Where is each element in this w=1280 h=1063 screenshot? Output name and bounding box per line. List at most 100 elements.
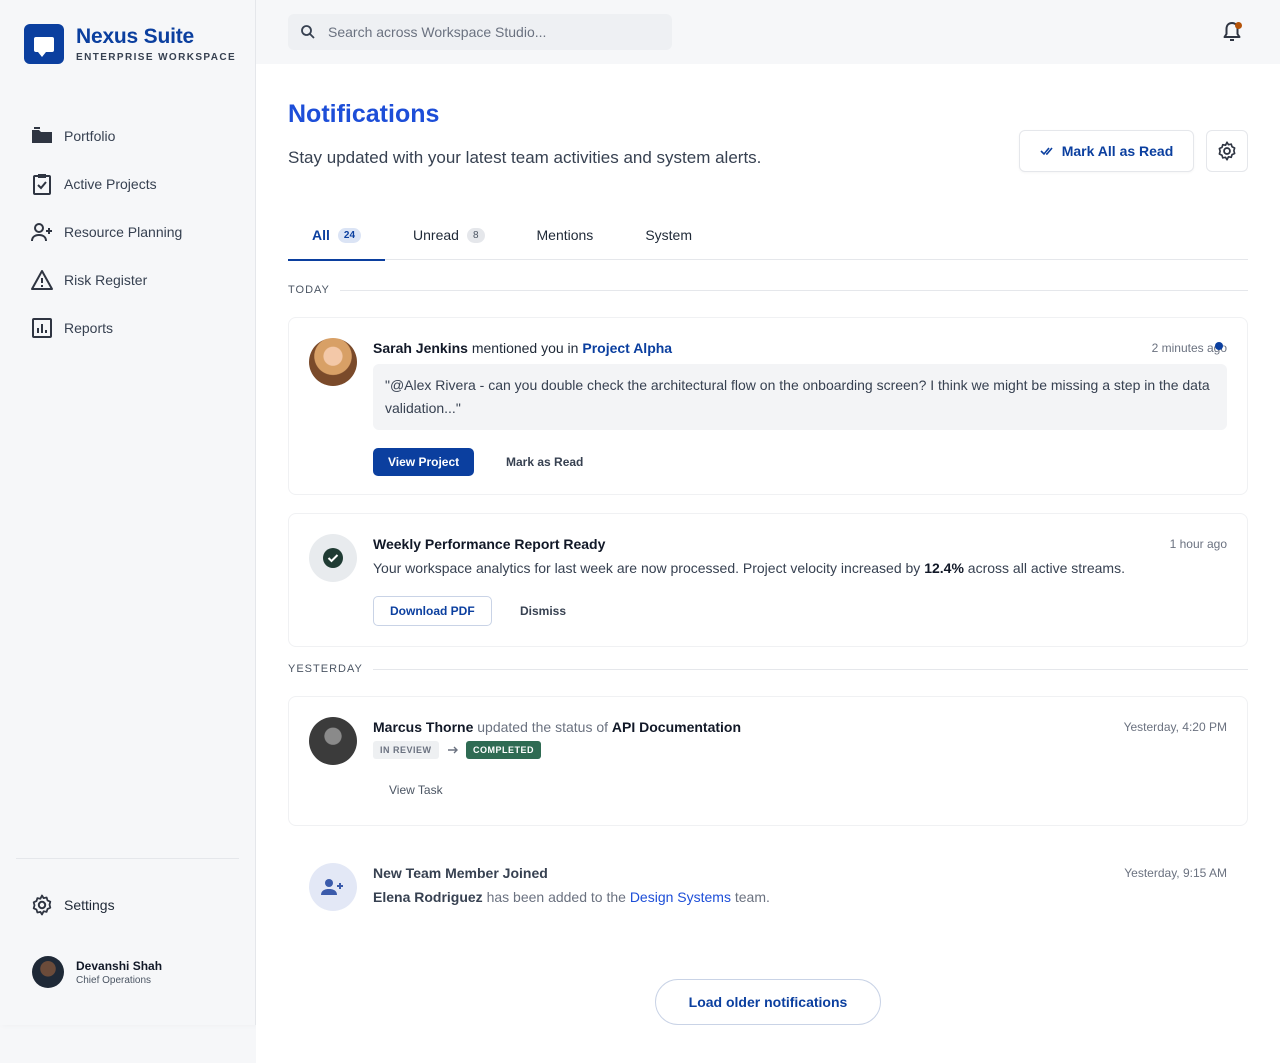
sidebar-item-risk-register[interactable]: Risk Register <box>30 256 182 304</box>
notification-title: Sarah Jenkins mentioned you in Project A… <box>373 340 672 356</box>
notification-card-status[interactable]: Marcus Thorne updated the status of API … <box>288 696 1248 826</box>
section-today: TODAY <box>288 284 1248 296</box>
search-input[interactable] <box>328 24 648 40</box>
task-name: API Documentation <box>611 719 742 735</box>
arrow-right-icon <box>448 746 458 754</box>
count-badge: 8 <box>466 227 485 243</box>
topbar <box>256 0 1280 64</box>
unread-dot <box>1215 342 1223 350</box>
notification-card-report[interactable]: Weekly Performance Report Ready 1 hour a… <box>288 513 1248 647</box>
person-name: Elena Rodriguez <box>373 889 483 905</box>
sidebar-item-resource-planning[interactable]: Resource Planning <box>30 208 182 256</box>
mark-all-read-button[interactable]: Mark All as Read <box>1019 130 1194 172</box>
search-icon <box>301 25 315 39</box>
tab-label: Mentions <box>536 227 594 243</box>
section-label-text: YESTERDAY <box>288 663 363 675</box>
mark-as-read-button[interactable]: Mark as Read <box>506 455 583 469</box>
dismiss-button[interactable]: Dismiss <box>520 604 566 618</box>
status-badge-from: IN REVIEW <box>373 741 439 759</box>
tab-mentions[interactable]: Mentions <box>511 210 620 260</box>
sidebar-item-label: Portfolio <box>64 128 116 144</box>
action-text: mentioned you in <box>471 340 579 356</box>
download-pdf-button[interactable]: Download PDF <box>373 596 492 626</box>
settings-label: Settings <box>64 897 115 913</box>
avatar <box>309 717 357 765</box>
sidebar-item-label: Resource Planning <box>64 224 183 240</box>
tab-all[interactable]: All 24 <box>288 210 386 261</box>
velocity-value: 12.4% <box>924 560 964 576</box>
status-badge-to: COMPLETED <box>466 741 542 759</box>
bar-chart-icon <box>32 318 52 338</box>
timestamp: 1 hour ago <box>1169 537 1227 551</box>
title-text: Weekly Performance Report Ready <box>373 536 606 552</box>
brand-name: Nexus Suite <box>76 25 195 48</box>
notification-body: Your workspace analytics for last week a… <box>373 560 1125 576</box>
gear-icon <box>1218 141 1236 161</box>
user-name: Devanshi Shah <box>76 958 163 973</box>
count-badge: 24 <box>337 227 362 243</box>
sidebar-divider <box>16 858 239 859</box>
tab-unread[interactable]: Unread 8 <box>385 210 510 260</box>
avatar <box>309 338 357 386</box>
chat-logo-icon <box>24 24 64 64</box>
body-text: Your workspace analytics for last week a… <box>373 560 921 576</box>
gear-icon <box>32 894 52 916</box>
notification-title: Marcus Thorne updated the status of API … <box>373 719 741 735</box>
notifications-bell[interactable] <box>1222 20 1242 44</box>
notification-card-mention[interactable]: Sarah Jenkins mentioned you in Project A… <box>288 317 1248 495</box>
notification-body: Elena Rodriguez has been added to the De… <box>373 889 770 905</box>
sidebar-item-reports[interactable]: Reports <box>30 304 182 352</box>
tab-system[interactable]: System <box>619 210 718 260</box>
check-circle-icon <box>309 534 357 582</box>
section-label-text: TODAY <box>288 284 330 296</box>
sidebar-item-portfolio[interactable]: Portfolio <box>30 112 182 160</box>
search-bar[interactable] <box>288 14 672 50</box>
project-link[interactable]: Project Alpha <box>582 340 672 356</box>
user-plus-icon <box>31 223 52 242</box>
tab-label: All <box>312 227 330 243</box>
notification-card-member[interactable]: New Team Member Joined Yesterday, 9:15 A… <box>288 842 1248 942</box>
body-text: across all active streams. <box>967 560 1125 576</box>
sidebar-nav: Portfolio Active Projects Resource Plann… <box>30 112 182 352</box>
mention-quote: "@Alex Rivera - can you double check the… <box>373 364 1227 430</box>
load-older-button[interactable]: Load older notifications <box>655 979 881 1025</box>
unread-indicator <box>1235 22 1242 29</box>
tab-label: System <box>645 227 692 243</box>
page-subtitle: Stay updated with your latest team activ… <box>288 148 762 167</box>
mark-all-label: Mark All as Read <box>1061 143 1174 159</box>
actor-name: Marcus Thorne <box>373 719 474 735</box>
tab-label: Unread <box>413 227 459 243</box>
team-link[interactable]: Design Systems <box>630 889 731 905</box>
sidebar-item-label: Risk Register <box>64 272 148 288</box>
action-text: updated the status of <box>477 719 609 735</box>
sidebar-item-settings[interactable]: Settings <box>30 893 115 917</box>
body-text: team. <box>734 889 770 905</box>
sidebar-item-label: Active Projects <box>64 176 157 192</box>
avatar <box>32 956 64 988</box>
double-check-icon <box>1040 147 1053 156</box>
actor-name: Sarah Jenkins <box>373 340 468 356</box>
notification-title: New Team Member Joined <box>373 865 548 881</box>
sidebar-item-label: Reports <box>64 320 114 336</box>
brand[interactable]: Nexus Suite ENTERPRISE WORKSPACE <box>24 24 236 64</box>
notification-settings-button[interactable] <box>1206 130 1248 172</box>
title-text: New Team Member Joined <box>373 865 548 881</box>
folder-icon <box>32 127 52 143</box>
section-yesterday: YESTERDAY <box>288 663 1248 675</box>
brand-subtitle: ENTERPRISE WORKSPACE <box>76 52 237 63</box>
user-profile[interactable]: Devanshi Shah Chief Operations <box>32 956 162 988</box>
user-plus-icon <box>309 863 357 911</box>
timestamp: Yesterday, 9:15 AM <box>1124 866 1227 880</box>
warning-icon <box>31 270 53 290</box>
notification-title: Weekly Performance Report Ready <box>373 536 605 552</box>
check-icon <box>323 548 343 568</box>
view-task-button[interactable]: View Task <box>389 783 443 797</box>
view-project-button[interactable]: View Project <box>373 448 475 476</box>
clipboard-check-icon <box>33 174 51 195</box>
filter-tabs: All 24 Unread 8 Mentions System <box>288 210 1248 261</box>
sidebar: Nexus Suite ENTERPRISE WORKSPACE Portfol… <box>0 0 256 1025</box>
body-text: has been added to the <box>486 889 626 905</box>
team-add-icon <box>321 879 343 895</box>
sidebar-item-active-projects[interactable]: Active Projects <box>30 160 182 208</box>
user-role: Chief Operations <box>76 974 152 986</box>
